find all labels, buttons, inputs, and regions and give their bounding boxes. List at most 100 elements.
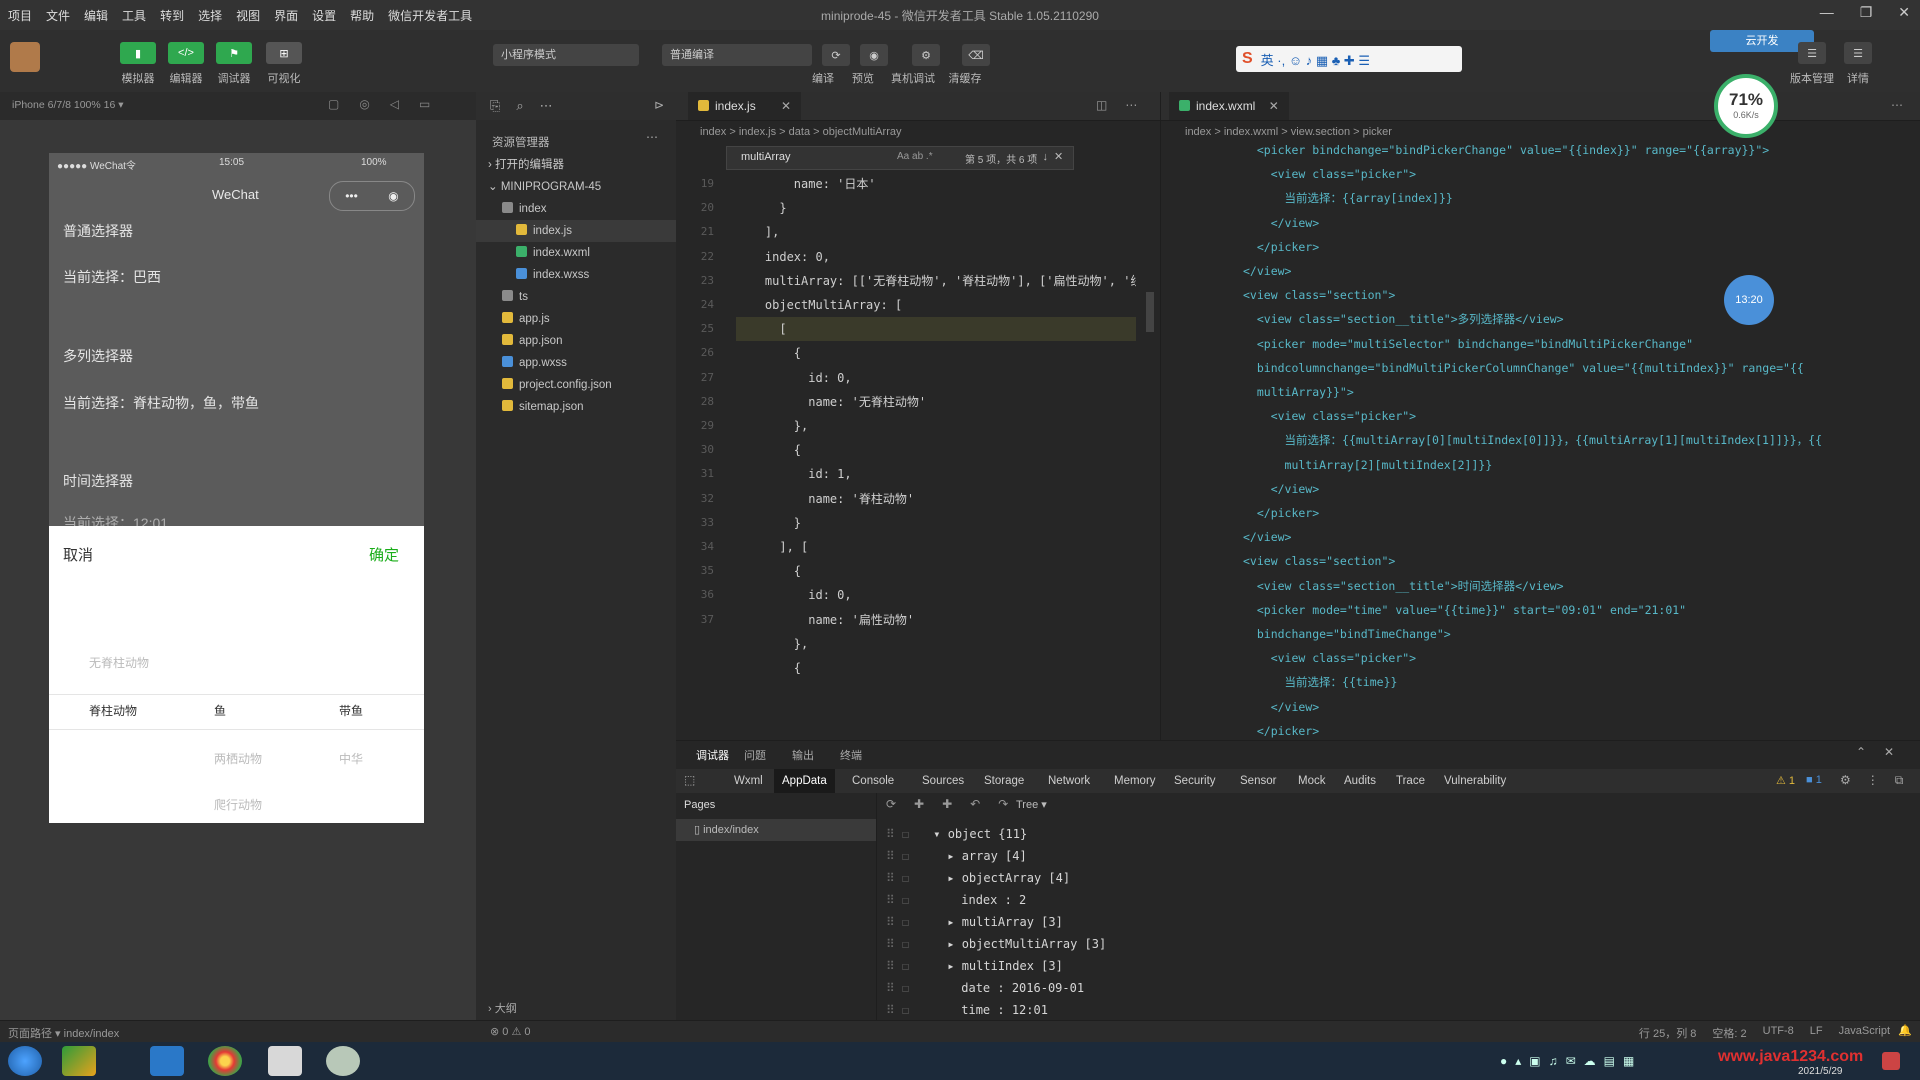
avatar[interactable]: [10, 42, 40, 72]
code-line[interactable]: id: 0,: [736, 583, 1136, 607]
row-handle-icon[interactable]: ⠿ ☐: [886, 849, 909, 863]
mode-select[interactable]: 小程序模式: [493, 44, 639, 66]
capsule-close-icon[interactable]: ◉: [388, 189, 398, 203]
remote-debug-icon[interactable]: ⚙: [912, 44, 940, 66]
page-path[interactable]: 页面路径 ▾ index/index: [8, 1025, 119, 1041]
preview-icon[interactable]: ◉: [860, 44, 888, 66]
code-line[interactable]: <view class="picker">: [1243, 646, 1822, 670]
error-count[interactable]: ■ 1: [1806, 774, 1822, 786]
code-icon[interactable]: </>: [168, 42, 204, 64]
code-line[interactable]: multiArray: [['无脊柱动物', '脊柱动物'], ['扁性动物',…: [736, 269, 1136, 293]
chrome-icon[interactable]: [208, 1046, 242, 1076]
row-handle-icon[interactable]: ⠿ ☐: [886, 937, 909, 951]
notepad-icon[interactable]: [268, 1046, 302, 1076]
explorer-tool-icons[interactable]: ⎘⌕⋯: [490, 98, 569, 114]
toolbar-action-label[interactable]: 清缓存: [940, 70, 990, 86]
code-line[interactable]: name: '日本': [736, 172, 1136, 196]
multi-picker-value[interactable]: 当前选择：脊柱动物，鱼，带鱼: [63, 393, 259, 413]
inspect-icon[interactable]: ⬚: [684, 773, 695, 787]
layout-icon[interactable]: ⊞: [266, 42, 302, 64]
tab-index-js[interactable]: index.js ✕: [688, 92, 802, 120]
appdata-row[interactable]: ⠿ ☐ ▸ array [4]: [886, 845, 1027, 867]
file-tree-item[interactable]: index.wxss: [476, 264, 676, 286]
row-handle-icon[interactable]: ⠿ ☐: [886, 981, 909, 995]
status-item[interactable]: JavaScript: [1839, 1025, 1890, 1041]
appdata-row[interactable]: ⠿ ☐ ▸ objectArray [4]: [886, 867, 1070, 889]
code-line[interactable]: 当前选择：{{array[index]}}: [1243, 186, 1822, 210]
code-line[interactable]: }: [736, 196, 1136, 220]
simulator-tools-icons[interactable]: ▢◎◁▭: [328, 97, 450, 111]
code-line[interactable]: }: [736, 511, 1136, 535]
devtools-tab-wxml[interactable]: Wxml: [726, 769, 771, 793]
file-tree-item[interactable]: sitemap.json: [476, 396, 676, 418]
normal-picker-value[interactable]: 当前选择：巴西: [63, 267, 161, 287]
code-line[interactable]: <picker bindchange="bindPickerChange" va…: [1243, 138, 1822, 162]
code-line[interactable]: },: [736, 632, 1136, 656]
code-line[interactable]: <picker mode="time" value="{{time}}" sta…: [1243, 598, 1822, 622]
code-line[interactable]: bindcolumnchange="bindMultiPickerColumnC…: [1243, 356, 1822, 380]
close-icon[interactable]: ✕: [1898, 4, 1910, 21]
devtools-tab-memory[interactable]: Memory: [1106, 769, 1164, 793]
problems-count[interactable]: ⊗ 0 ⚠ 0: [490, 1025, 530, 1038]
devtools-tab-trace[interactable]: Trace: [1388, 769, 1433, 793]
devtools-tab-network[interactable]: Network: [1040, 769, 1098, 793]
tab-close-icon[interactable]: ✕: [781, 99, 791, 113]
toolbar-right-label[interactable]: 详情: [1833, 70, 1883, 86]
toolbar-action-label[interactable]: 预览: [838, 70, 888, 86]
split-editor-icon[interactable]: ◫⋯: [1096, 98, 1155, 112]
more-icon[interactable]: •••: [345, 189, 358, 203]
editor-left-scrollbar[interactable]: [1146, 292, 1154, 332]
appdata-row[interactable]: ⠿ ☐ index : 2: [886, 889, 1026, 911]
appdata-row[interactable]: ⠿ ☐ ▸ objectMultiArray [3]: [886, 933, 1106, 955]
version-icon[interactable]: ☰: [1798, 42, 1826, 64]
refresh-icon[interactable]: ⟳: [822, 44, 850, 66]
file-tree-item[interactable]: index.js: [476, 220, 676, 242]
code-line[interactable]: index: 0,: [736, 245, 1136, 269]
devtools-tab-mock[interactable]: Mock: [1290, 769, 1333, 793]
row-handle-icon[interactable]: ⠿ ☐: [886, 871, 909, 885]
code-line[interactable]: 当前选择：{{multiArray[0][multiIndex[0]]}}，{{…: [1243, 428, 1822, 452]
code-line[interactable]: </view>: [1243, 525, 1822, 549]
maximize-icon[interactable]: ❐: [1860, 4, 1873, 21]
status-item[interactable]: LF: [1810, 1025, 1823, 1041]
picker-cell[interactable]: 爬行动物: [214, 796, 262, 813]
devtools-tab-security[interactable]: Security: [1166, 769, 1224, 793]
code-line[interactable]: <view class="picker">: [1243, 404, 1822, 428]
picker-cell[interactable]: 无脊柱动物: [89, 654, 149, 671]
start-icon[interactable]: [8, 1046, 42, 1076]
editor-right-more-icon[interactable]: ⋯: [1891, 98, 1903, 112]
code-line[interactable]: id: 1,: [736, 462, 1136, 486]
clear-cache-icon[interactable]: ⌫: [962, 44, 990, 66]
devtools-top-tab[interactable]: 问题: [744, 747, 766, 763]
devtools-tab-sources[interactable]: Sources: [914, 769, 972, 793]
devtools-tab-sensor[interactable]: Sensor: [1232, 769, 1284, 793]
section-project[interactable]: ⌄ MINIPROGRAM-45: [476, 176, 676, 198]
devtools-top-tab[interactable]: 终端: [840, 747, 862, 763]
picker-cell[interactable]: 两栖动物: [214, 750, 262, 767]
row-handle-icon[interactable]: ⠿ ☐: [886, 827, 909, 841]
code-line[interactable]: multiArray[2][multiIndex[2]]}}: [1243, 453, 1822, 477]
code-line[interactable]: ],: [736, 220, 1136, 244]
phone-icon[interactable]: ▮: [120, 42, 156, 64]
row-handle-icon[interactable]: ⠿ ☐: [886, 959, 909, 973]
code-line[interactable]: objectMultiArray: [: [736, 293, 1136, 317]
tab-close-icon[interactable]: ✕: [1269, 99, 1279, 113]
status-item[interactable]: 行 25，列 8: [1639, 1025, 1696, 1041]
status-item[interactable]: UTF-8: [1763, 1025, 1794, 1041]
picker-cell[interactable]: 脊柱动物: [89, 702, 137, 719]
status-item[interactable]: 空格: 2: [1712, 1025, 1746, 1041]
code-line[interactable]: <view class="section">: [1243, 549, 1822, 573]
code-line[interactable]: 当前选择：{{time}}: [1243, 670, 1822, 694]
file-tree-item[interactable]: index.wxml: [476, 242, 676, 264]
devtools-tab-storage[interactable]: Storage: [976, 769, 1032, 793]
find-nav-icons[interactable]: ↑↓✕: [1031, 150, 1069, 163]
row-handle-icon[interactable]: ⠿ ☐: [886, 1003, 909, 1017]
code-line[interactable]: name: '扁性动物': [736, 608, 1136, 632]
appdata-row[interactable]: ⠿ ☐ ▸ multiIndex [3]: [886, 955, 1063, 977]
code-line[interactable]: {: [736, 656, 1136, 680]
browser-app-icon[interactable]: [150, 1046, 184, 1076]
page-item[interactable]: ▯ index/index: [676, 819, 876, 841]
details-icon[interactable]: ☰: [1844, 42, 1872, 64]
picker-cancel-button[interactable]: 取消: [63, 544, 93, 565]
code-line[interactable]: },: [736, 414, 1136, 438]
